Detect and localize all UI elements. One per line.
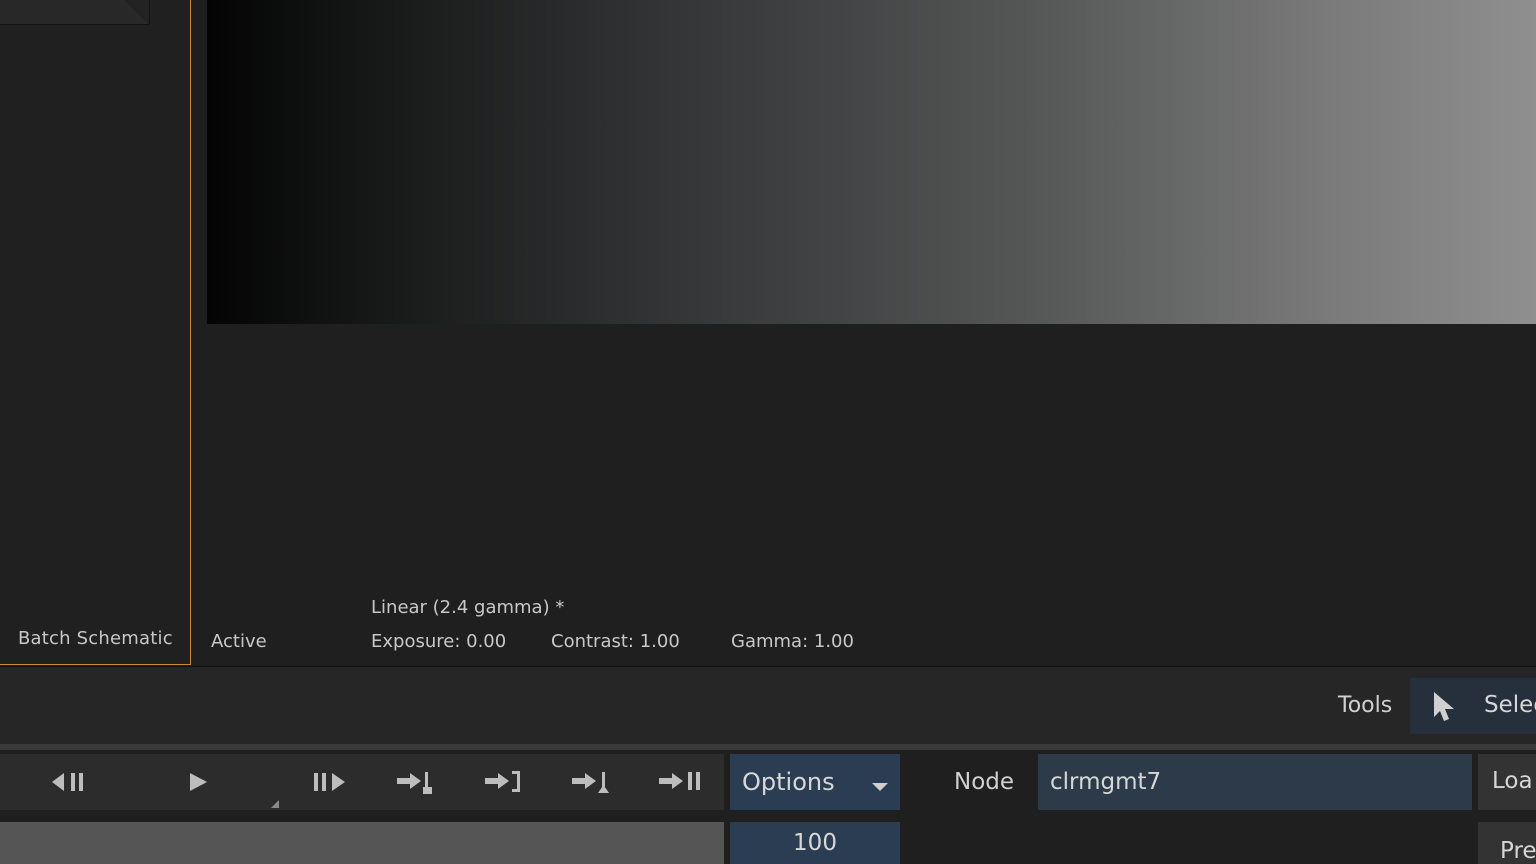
- schematic-thumbnail[interactable]: [0, 0, 150, 25]
- transport-controls: [0, 754, 724, 810]
- contrast-readout: Contrast: 1.00: [551, 631, 680, 652]
- tools-bar: [0, 666, 1536, 744]
- node-label: Node: [954, 769, 1015, 795]
- step-forward-button[interactable]: [300, 754, 354, 810]
- goto-out-button[interactable]: [478, 754, 530, 810]
- colorspace-label: Linear (2.4 gamma) *: [371, 597, 565, 618]
- batch-schematic-panel[interactable]: Batch Schematic: [0, 0, 191, 665]
- cursor-arrow-icon: [1432, 691, 1458, 727]
- play-icon: [187, 770, 209, 794]
- goto-mark-button[interactable]: [565, 754, 617, 810]
- timeline-bar[interactable]: [0, 822, 724, 864]
- options-label: Options: [742, 768, 835, 796]
- step-forward-icon: [307, 770, 347, 794]
- options-dropdown[interactable]: Options: [730, 754, 900, 810]
- preset-button[interactable]: Pre: [1478, 822, 1536, 864]
- step-back-button[interactable]: [40, 754, 102, 810]
- goto-mark-icon: [571, 768, 611, 796]
- viewer-image[interactable]: [207, 0, 1536, 324]
- chevron-down-icon: [871, 777, 889, 796]
- step-back-icon: [51, 770, 91, 794]
- goto-out-bracket-icon: [484, 768, 524, 796]
- viewer-mode-label: Active: [211, 631, 267, 652]
- preset-button-label: Pre: [1500, 838, 1536, 864]
- batch-schematic-label: Batch Schematic: [18, 628, 173, 649]
- load-button-label: Loa: [1492, 768, 1533, 794]
- node-name-field[interactable]: [1038, 754, 1472, 810]
- goto-end-icon: [658, 768, 702, 796]
- frame-number-field[interactable]: [730, 822, 900, 864]
- load-button[interactable]: Loa: [1478, 754, 1536, 810]
- select-tool-button[interactable]: Selec: [1410, 678, 1536, 734]
- exposure-readout: Exposure: 0.00: [371, 631, 507, 652]
- play-button[interactable]: [176, 754, 220, 810]
- tools-label: Tools: [1338, 693, 1393, 718]
- gamma-readout: Gamma: 1.00: [731, 631, 854, 652]
- panel-separator[interactable]: [0, 744, 1536, 750]
- play-options-corner-icon: [270, 794, 280, 813]
- select-tool-label: Selec: [1484, 692, 1536, 718]
- goto-in-button[interactable]: [390, 754, 442, 810]
- goto-end-button[interactable]: [653, 754, 707, 810]
- goto-in-icon: [396, 768, 436, 796]
